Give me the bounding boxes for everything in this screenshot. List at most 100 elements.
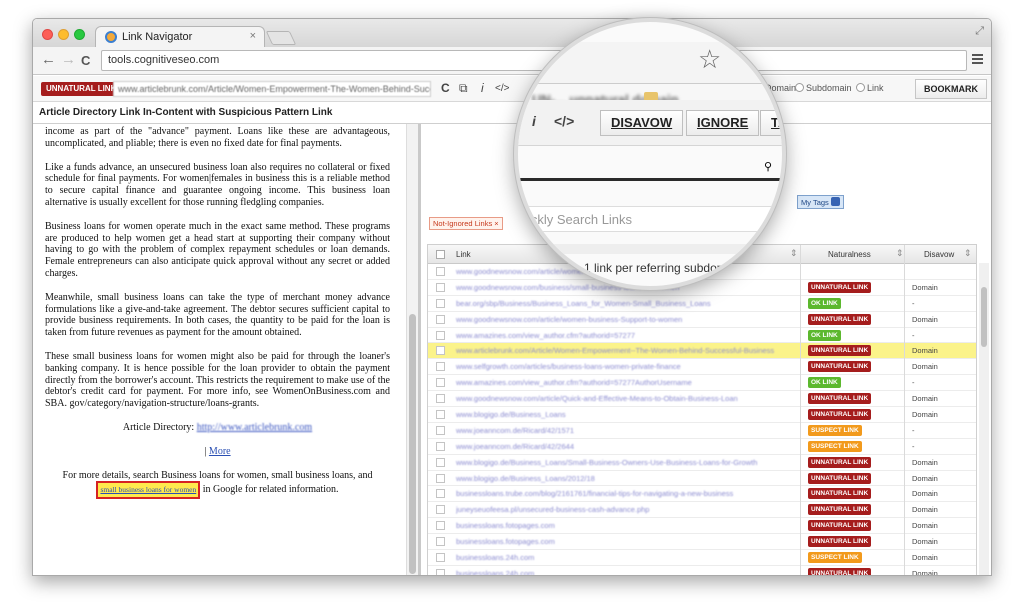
radio-subdomain[interactable]: Subdomain	[795, 83, 852, 93]
row-checkbox[interactable]	[436, 568, 445, 575]
row-checkbox[interactable]	[436, 314, 445, 324]
table-row[interactable]: businessloans.fotopages.com UNNATURAL LIN…	[428, 518, 976, 535]
naturalness-badge[interactable]: UNNATURAL LINK	[808, 472, 872, 484]
row-checkbox[interactable]	[436, 537, 445, 547]
row-link[interactable]: www.blogigo.de/Business_Loans	[456, 410, 796, 419]
browser-tab[interactable]: Link Navigator ×	[95, 26, 265, 48]
row-link[interactable]: businessloans.24h.com	[456, 569, 796, 575]
table-row[interactable]: businessloans.trube.com/blog/2161761/fin…	[428, 486, 976, 503]
row-link[interactable]: juneyseuofeesa.pl/unsecured-business-cas…	[456, 505, 796, 514]
code-icon[interactable]: </>	[554, 113, 574, 129]
disavow-value[interactable]: Domain	[912, 410, 938, 419]
column-disavow[interactable]: Disavow	[924, 250, 954, 259]
row-checkbox[interactable]	[436, 362, 445, 372]
disavow-value[interactable]: Domain	[912, 458, 938, 467]
row-link[interactable]: www.articlebrunk.com/Article/Women-Empow…	[456, 346, 796, 355]
table-row[interactable]: www.joeanncom.de/Ricard/42/1571 SUSPECT L…	[428, 423, 976, 439]
disavow-button[interactable]: DISAVOW	[600, 110, 684, 136]
disavow-value[interactable]: Domain	[912, 505, 938, 514]
row-checkbox[interactable]	[436, 425, 445, 435]
naturalness-badge[interactable]: UNNATURAL LINK	[808, 504, 872, 516]
row-link[interactable]: businessloans.fotopages.com	[456, 521, 796, 530]
sort-icon[interactable]: ⇕	[964, 248, 972, 259]
naturalness-badge[interactable]: UNNATURAL LINK	[808, 520, 872, 532]
more-link[interactable]: More	[209, 446, 231, 457]
disavow-value[interactable]: Domain	[912, 283, 938, 292]
table-row[interactable]: www.blogigo.de/Business_Loans/Small-Busi…	[428, 455, 976, 471]
close-window-button[interactable]	[42, 29, 53, 40]
info-icon[interactable]: i	[481, 81, 484, 95]
info-icon[interactable]: i	[532, 113, 536, 129]
row-checkbox[interactable]	[436, 521, 445, 531]
star-icon[interactable]: ☆	[698, 44, 721, 75]
disavow-value[interactable]: -	[912, 299, 915, 308]
reload-icon[interactable]: C	[81, 53, 90, 68]
row-checkbox[interactable]	[436, 410, 445, 420]
table-row[interactable]: www.blogigo.de/Business_Loans/2012/18 UNN…	[428, 471, 976, 487]
naturalness-badge[interactable]: OK LINK	[808, 329, 841, 341]
table-row[interactable]: www.amazines.com/view_author.cfm?authori…	[428, 328, 976, 344]
row-link[interactable]: www.goodnewsnow.com/article/women-busine…	[456, 315, 796, 324]
row-checkbox[interactable]	[436, 330, 445, 340]
sort-icon[interactable]: ⇕	[896, 248, 904, 259]
highlighted-anchor-link[interactable]: small business loans for women	[96, 481, 201, 500]
disavow-value[interactable]: -	[912, 426, 915, 435]
back-arrow-icon[interactable]: ←	[41, 51, 56, 68]
naturalness-badge[interactable]: SUSPECT LINK	[808, 440, 862, 452]
naturalness-badge[interactable]: UNNATURAL LINK	[808, 361, 872, 373]
table-row[interactable]: businessloans.24h.com UNNATURAL LINK Domai…	[428, 566, 976, 575]
disavow-value[interactable]: Domain	[912, 474, 938, 483]
table-row[interactable]: www.goodnewsnow.com/business/small-busin…	[428, 280, 976, 296]
fullscreen-icon[interactable]: ⤢	[975, 25, 984, 38]
filter-chip[interactable]: Not-Ignored Links ×	[429, 217, 503, 230]
naturalness-badge[interactable]: UNNATURAL LINK	[808, 488, 872, 500]
current-link-field[interactable]: www.articlebrunk.com/Article/Women-Empow…	[113, 81, 431, 97]
naturalness-badge[interactable]: OK LINK	[808, 297, 841, 309]
select-all-checkbox[interactable]	[436, 250, 445, 259]
disavow-value[interactable]: Domain	[912, 521, 938, 530]
row-link[interactable]: bear.org/sbp/Business/Business_Loans_for…	[456, 299, 796, 308]
scroll-thumb[interactable]	[409, 314, 416, 574]
row-link[interactable]: www.amazines.com/view_author.cfm?authori…	[456, 331, 796, 340]
new-tab-button[interactable]	[265, 31, 297, 45]
row-checkbox[interactable]	[436, 267, 445, 276]
row-link[interactable]: www.blogigo.de/Business_Loans/Small-Busi…	[456, 458, 796, 467]
ignore-button[interactable]: IGNORE	[686, 110, 760, 136]
directory-link[interactable]: http://www.articlebrunk.com	[197, 422, 312, 433]
table-row[interactable]: bear.org/sbp/Business/Business_Loans_for…	[428, 296, 976, 312]
zoom-window-button[interactable]	[74, 29, 85, 40]
naturalness-badge[interactable]: UNNATURAL LINK	[808, 345, 872, 357]
code-icon[interactable]: </>	[495, 83, 509, 94]
naturalness-badge[interactable]: UNNATURAL LINK	[808, 313, 872, 325]
disavow-value[interactable]: Domain	[912, 489, 938, 498]
disavow-value[interactable]: Domain	[912, 569, 938, 575]
column-link[interactable]: Link	[456, 250, 471, 259]
table-row[interactable]: businessloans.fotopages.com UNNATURAL LIN…	[428, 534, 976, 551]
row-link[interactable]: www.joeanncom.de/Ricard/42/2644	[456, 442, 796, 451]
quick-search-input[interactable]: ickly Search Links	[524, 206, 782, 232]
disavow-value[interactable]: Domain	[912, 362, 938, 371]
table-row[interactable]: businessloans.24h.com SUSPECT LINK Domain	[428, 550, 976, 566]
disavow-value[interactable]: Domain	[912, 537, 938, 546]
disavow-value[interactable]: Domain	[912, 553, 938, 562]
disavow-value[interactable]: Domain	[912, 315, 938, 324]
row-checkbox[interactable]	[436, 282, 445, 292]
table-row[interactable]: www.selfgrowth.com/articles/business-loa…	[428, 359, 976, 376]
table-row[interactable]: www.joeanncom.de/Ricard/42/2644 SUSPECT L…	[428, 439, 976, 455]
radio-link[interactable]: Link	[856, 83, 884, 93]
bookmark-button[interactable]: BOOKMARK	[915, 79, 987, 99]
table-row[interactable]: www.goodnewsnow.com/article/Quick-and-Ef…	[428, 391, 976, 408]
naturalness-badge[interactable]: UNNATURAL LINK	[808, 281, 872, 293]
row-checkbox[interactable]	[436, 553, 445, 563]
row-link[interactable]: www.selfgrowth.com/articles/business-loa…	[456, 362, 796, 371]
category-article-directory[interactable]: Article Directory Link	[39, 107, 140, 118]
disavow-value[interactable]: -	[912, 331, 915, 340]
naturalness-badge[interactable]: UNNATURAL LINK	[808, 536, 872, 548]
my-tags-dropdown[interactable]: My Tags	[797, 195, 844, 209]
disavow-value[interactable]: -	[912, 378, 915, 387]
table-row[interactable]: www.amazines.com/view_author.cfm?authori…	[428, 375, 976, 392]
naturalness-badge[interactable]: OK LINK	[808, 377, 841, 389]
table-row[interactable]: juneyseuofeesa.pl/unsecured-business-cas…	[428, 502, 976, 519]
disavow-value[interactable]: Domain	[912, 394, 938, 403]
row-checkbox[interactable]	[436, 505, 445, 515]
